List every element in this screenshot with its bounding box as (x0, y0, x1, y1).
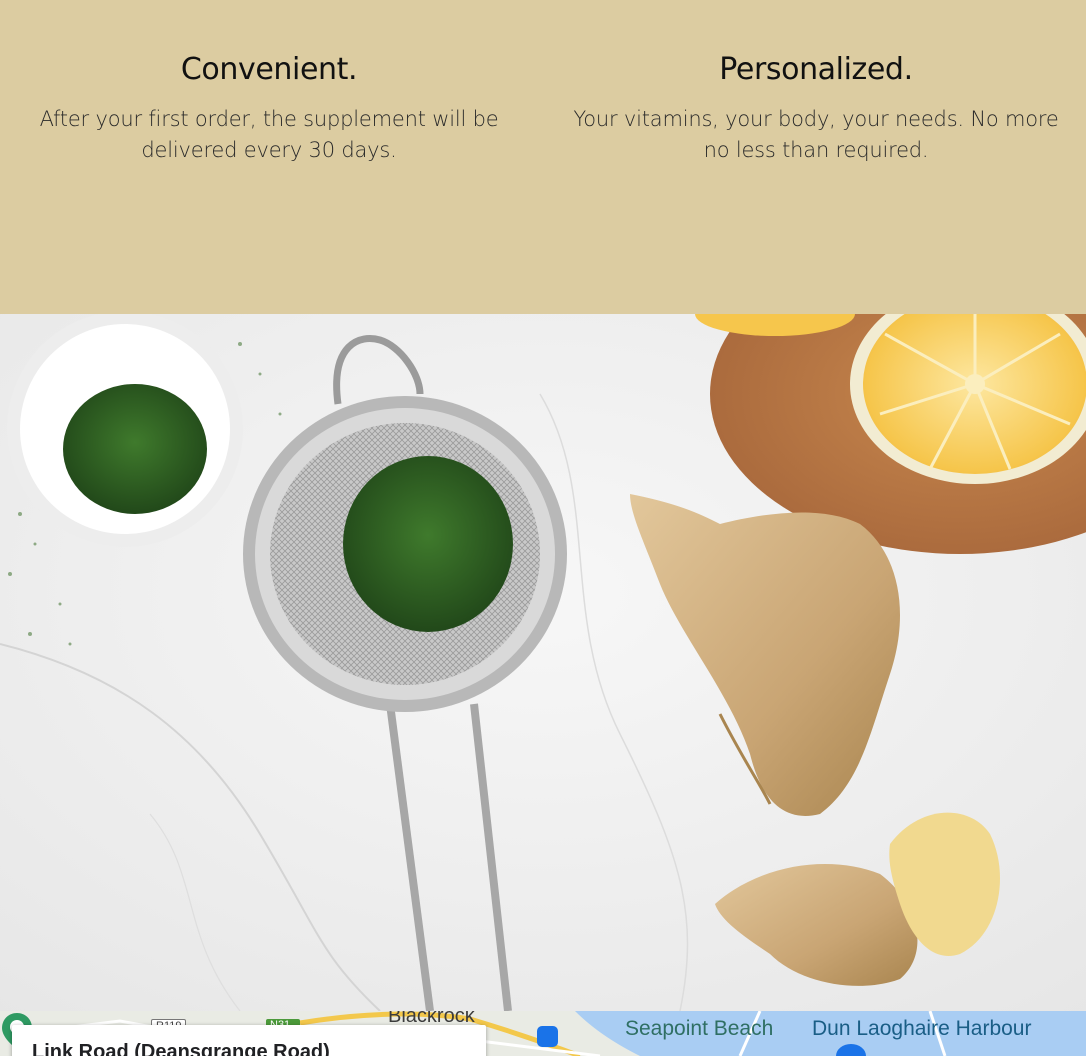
features-section: Convenient. After your first order, the … (0, 0, 1086, 314)
map-label-dun-laoghaire: Dun Laoghaire Harbour (812, 1017, 1032, 1040)
feature-title: Personalized. (719, 52, 913, 87)
map-place-title: Link Road (Deansgrange Road) (32, 1041, 330, 1056)
feature-personalized: Personalized. Your vitamins, your body, … (568, 50, 1064, 166)
feature-description: Your vitamins, your body, your needs. No… (573, 107, 1059, 162)
feature-title: Convenient. (180, 52, 358, 87)
map-label-seapoint: Seapoint Beach (625, 1017, 774, 1040)
herbs-photo (0, 314, 1086, 1011)
location-map[interactable]: Blackrock R119 N31 Seapoint Beach Dun La… (0, 1011, 1086, 1056)
train-station-icon[interactable] (537, 1026, 558, 1047)
feature-convenient: Convenient. After your first order, the … (30, 50, 508, 166)
feature-description: After your first order, the supplement w… (39, 107, 499, 162)
map-place-card[interactable]: Link Road (Deansgrange Road) (12, 1025, 486, 1056)
photo-illustration (0, 314, 1086, 1011)
